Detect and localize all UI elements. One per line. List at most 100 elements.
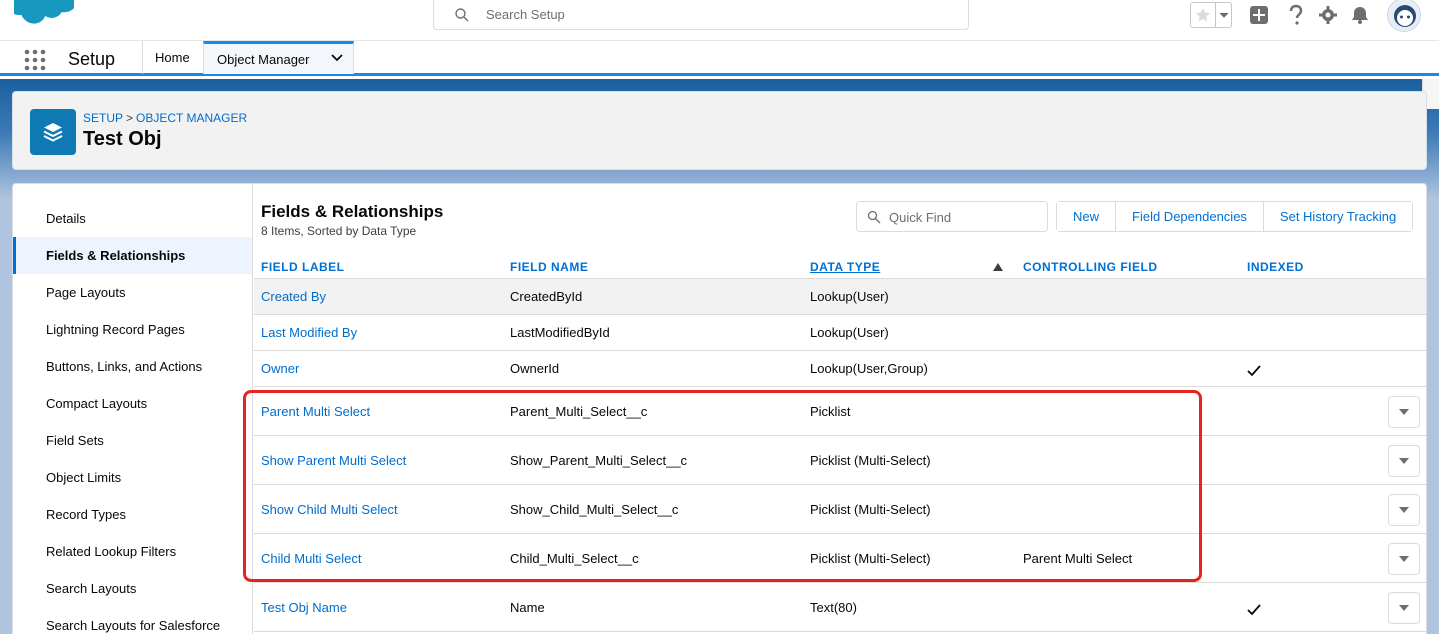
page-title: Test Obj <box>83 128 162 150</box>
app-name: Setup <box>68 49 116 69</box>
chevron-down-icon <box>1399 605 1409 611</box>
field-label-link[interactable]: Last Modified By <box>261 325 357 340</box>
set-history-tracking-button[interactable]: Set History Tracking <box>1263 202 1413 231</box>
sidebar-item-related-lookup-filters[interactable]: Related Lookup Filters <box>13 533 252 570</box>
search-icon <box>867 210 881 224</box>
section-title: Fields & Relationships <box>261 202 444 221</box>
sidebar-item-fields-relationships[interactable]: Fields & Relationships <box>13 237 252 274</box>
tab-object-manager-label: Object Manager <box>217 51 310 67</box>
field-name-cell: CreatedById <box>510 289 583 304</box>
setup-search-input[interactable]: Search Setup <box>433 0 969 30</box>
sidebar-item-search-layouts-salesforce-classic[interactable]: Search Layouts for Salesforce <box>13 607 252 634</box>
favorites-group[interactable] <box>1190 2 1232 28</box>
section-subtitle: 8 Items, Sorted by Data Type <box>261 224 417 238</box>
table-row: Owner OwnerId Lookup(User,Group) <box>254 351 1426 387</box>
sidebar-item-label: Lightning Record Pages <box>46 322 185 337</box>
row-actions-button[interactable] <box>1388 543 1420 575</box>
quick-find-input[interactable] <box>889 208 1039 226</box>
breadcrumb-separator: > <box>126 111 134 125</box>
sidebar-item-compact-layouts[interactable]: Compact Layouts <box>13 385 252 422</box>
action-button-group: New Field Dependencies Set History Track… <box>1056 201 1414 232</box>
field-label-link[interactable]: Test Obj Name <box>261 600 347 615</box>
column-header-data-type[interactable]: DATA TYPE <box>810 260 880 274</box>
favorites-dropdown-icon[interactable] <box>1215 3 1231 27</box>
field-label-link[interactable]: Owner <box>261 361 299 376</box>
field-label-link[interactable]: Child Multi Select <box>261 551 361 566</box>
user-avatar[interactable] <box>1387 0 1421 32</box>
data-type-cell: Lookup(User) <box>810 289 889 304</box>
field-label-link[interactable]: Show Child Multi Select <box>261 502 398 517</box>
data-type-cell: Lookup(User) <box>810 325 889 340</box>
sidebar-item-lightning-record-pages[interactable]: Lightning Record Pages <box>13 311 252 348</box>
field-name-cell: Name <box>510 600 545 615</box>
field-label-link[interactable]: Show Parent Multi Select <box>261 453 406 468</box>
data-type-cell: Text(80) <box>810 600 857 615</box>
sidebar-item-label: Buttons, Links, and Actions <box>46 359 203 374</box>
object-layers-icon <box>30 109 76 155</box>
table-row: Test Obj Name Name Text(80) <box>254 583 1426 632</box>
tab-home[interactable]: Home <box>142 41 204 74</box>
field-name-cell: Show_Child_Multi_Select__c <box>510 502 679 517</box>
indexed-check-icon <box>1247 365 1261 377</box>
gear-icon[interactable] <box>1317 4 1339 26</box>
breadcrumb-object-manager[interactable]: OBJECT MANAGER <box>136 111 247 125</box>
chevron-down-icon[interactable] <box>331 54 343 62</box>
column-header-controlling-field[interactable]: CONTROLLING FIELD <box>1023 260 1158 274</box>
row-actions-button[interactable] <box>1388 494 1420 526</box>
data-type-cell: Lookup(User,Group) <box>810 361 928 376</box>
sidebar-item-label: Compact Layouts <box>46 396 148 411</box>
sidebar-item-label: Details <box>46 211 86 226</box>
sidebar-item-record-types[interactable]: Record Types <box>13 496 252 533</box>
sort-ascending-icon[interactable] <box>993 263 1003 271</box>
help-icon[interactable] <box>1285 4 1307 26</box>
field-label-link[interactable]: Parent Multi Select <box>261 404 370 419</box>
field-name-cell: Show_Parent_Multi_Select__c <box>510 453 688 468</box>
row-actions-button[interactable] <box>1388 592 1420 624</box>
chevron-down-icon <box>1399 556 1409 562</box>
sidebar-item-label: Search Layouts for Salesforce <box>46 618 221 633</box>
data-type-cell: Picklist (Multi-Select) <box>810 551 931 566</box>
field-dependencies-button[interactable]: Field Dependencies <box>1116 202 1264 231</box>
breadcrumb-setup[interactable]: SETUP <box>83 111 123 125</box>
sidebar-item-details[interactable]: Details <box>13 200 252 237</box>
sidebar-item-search-layouts[interactable]: Search Layouts <box>13 570 252 607</box>
tab-home-label: Home <box>155 50 190 65</box>
table-row: Last Modified By LastModifiedById Lookup(U… <box>254 315 1426 351</box>
sidebar-item-field-sets[interactable]: Field Sets <box>13 422 252 459</box>
table-row: Show Parent Multi Select Show_Parent_Mult… <box>254 436 1426 485</box>
sidebar-item-page-layouts[interactable]: Page Layouts <box>13 274 252 311</box>
column-header-field-label[interactable]: FIELD LABEL <box>261 260 345 274</box>
data-type-cell: Picklist <box>810 404 851 419</box>
search-icon <box>455 8 469 22</box>
sidebar-item-object-limits[interactable]: Object Limits <box>13 459 252 496</box>
sidebar-item-label: Page Layouts <box>46 285 126 300</box>
quick-find-field[interactable] <box>856 201 1048 232</box>
row-actions-button[interactable] <box>1388 445 1420 477</box>
field-name-cell: Parent_Multi_Select__c <box>510 404 648 419</box>
search-placeholder: Search Setup <box>486 7 565 22</box>
column-header-indexed[interactable]: INDEXED <box>1247 260 1304 274</box>
row-actions-button[interactable] <box>1388 396 1420 428</box>
field-label-link[interactable]: Created By <box>261 289 326 304</box>
chevron-down-icon <box>1399 458 1409 464</box>
data-type-cell: Picklist (Multi-Select) <box>810 502 931 517</box>
chevron-down-icon <box>1399 507 1409 513</box>
sidebar-item-buttons-links-actions[interactable]: Buttons, Links, and Actions <box>13 348 252 385</box>
new-button[interactable]: New <box>1057 202 1117 231</box>
main-card: Details Fields & Relationships Page Layo… <box>12 183 1427 634</box>
field-name-cell: OwnerId <box>510 361 560 376</box>
tab-object-manager[interactable]: Object Manager <box>203 41 354 74</box>
chevron-down-icon <box>1399 409 1409 415</box>
page-header: SETUP > OBJECT MANAGER Test Obj <box>12 91 1427 170</box>
star-icon[interactable] <box>1191 3 1215 27</box>
field-name-cell: Child_Multi_Select__c <box>510 551 639 566</box>
global-actions-icon[interactable] <box>1248 4 1270 26</box>
sidebar: Details Fields & Relationships Page Layo… <box>13 184 253 634</box>
sidebar-item-label: Object Limits <box>46 470 122 485</box>
notifications-bell-icon[interactable] <box>1349 4 1371 26</box>
salesforce-logo[interactable] <box>14 0 74 32</box>
table-row: Child Multi Select Child_Multi_Select__c P… <box>254 534 1426 583</box>
column-header-field-name[interactable]: FIELD NAME <box>510 260 588 274</box>
app-launcher-icon[interactable] <box>24 49 46 71</box>
breadcrumb: SETUP > OBJECT MANAGER <box>83 111 247 125</box>
